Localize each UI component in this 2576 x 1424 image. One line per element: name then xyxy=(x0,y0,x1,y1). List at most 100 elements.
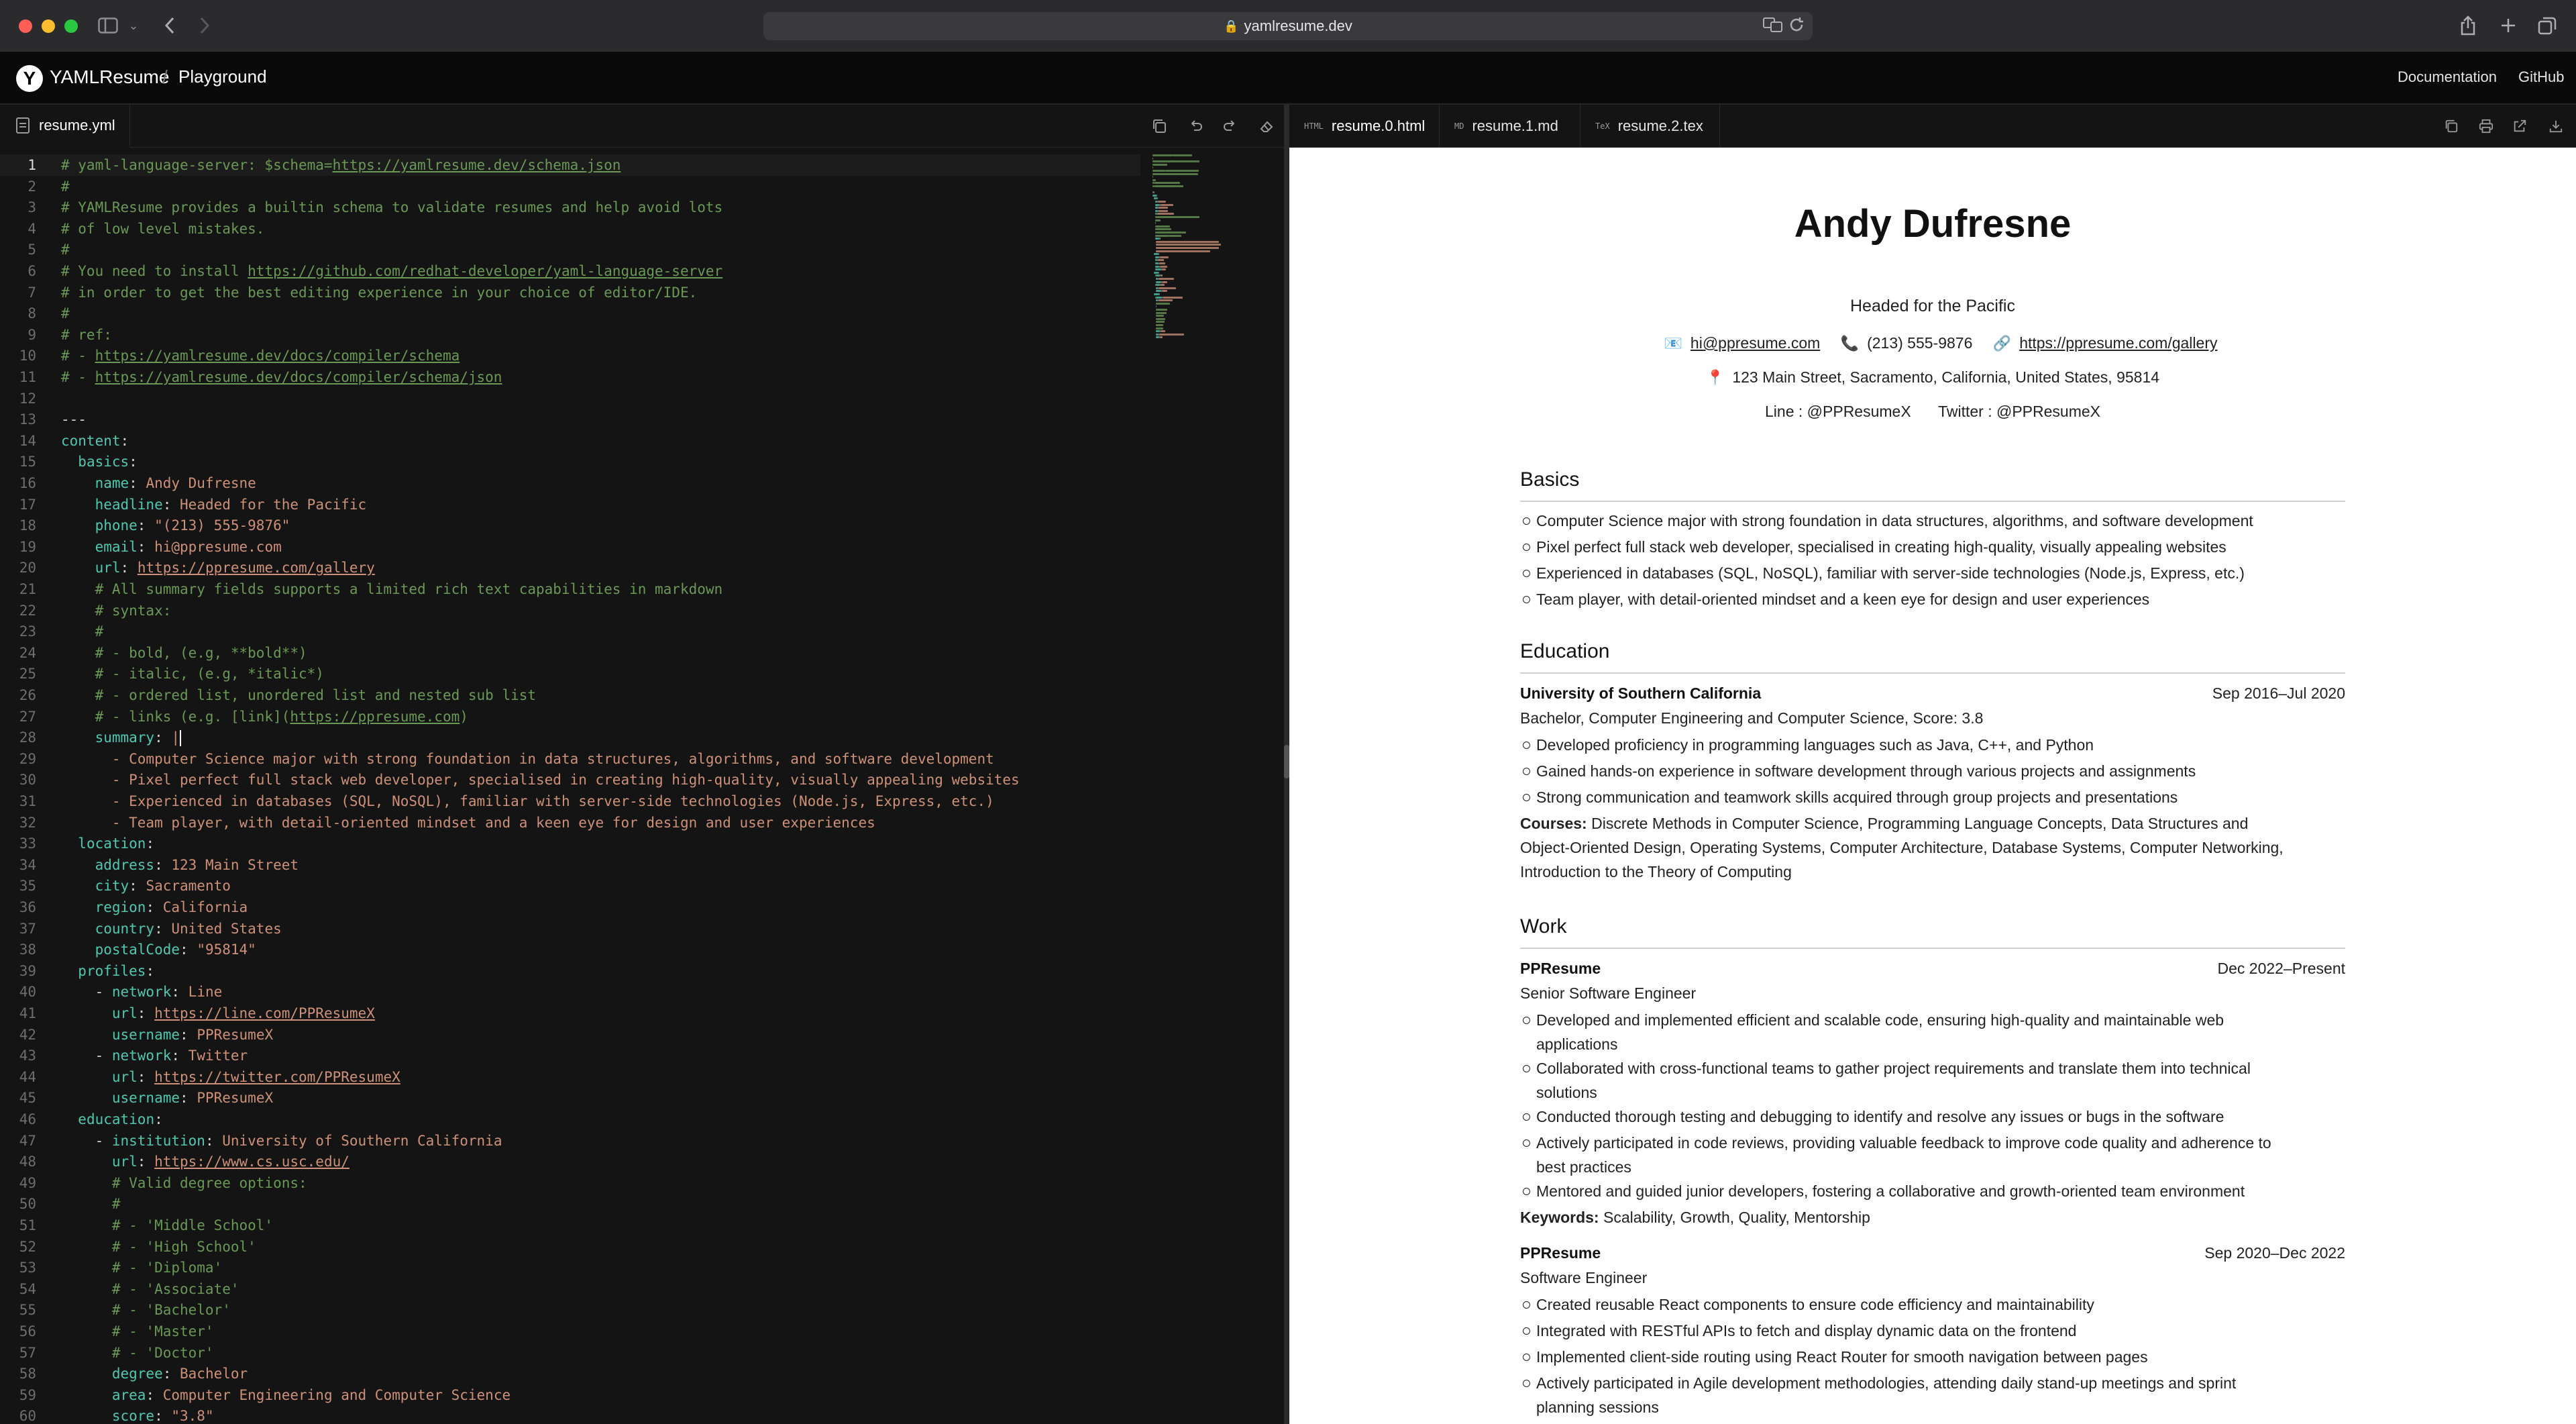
code-line[interactable]: 60 score: "3.8" xyxy=(0,1405,1140,1424)
code-line[interactable]: 56 # - 'Master' xyxy=(0,1321,1140,1342)
print-icon[interactable] xyxy=(2477,117,2496,136)
code-line[interactable]: 19 email: hi@ppresume.com xyxy=(0,536,1140,558)
code-line[interactable]: 3 # YAMLResume provides a builtin schema … xyxy=(0,197,1140,218)
code-line[interactable]: 12 xyxy=(0,388,1140,409)
zoom-window-button[interactable] xyxy=(64,19,78,33)
editor-tab-bar: resume.yml xyxy=(0,105,1284,148)
code-line[interactable]: 14 content: xyxy=(0,430,1140,452)
code-editor[interactable]: 1 # yaml-language-server: $schema=https:/… xyxy=(0,154,1140,1424)
profile-username-line[interactable]: : @PPResumeX xyxy=(1799,403,1911,420)
code-line[interactable]: 59 area: Computer Engineering and Comput… xyxy=(0,1384,1140,1406)
education-bullet: Strong communication and teamwork skills… xyxy=(1523,785,2345,809)
code-line[interactable]: 5 # xyxy=(0,239,1140,260)
code-line[interactable]: 30 - Pixel perfect full stack web develo… xyxy=(0,769,1140,791)
code-line[interactable]: 53 # - 'Diploma' xyxy=(0,1257,1140,1278)
code-line[interactable]: 33 location: xyxy=(0,833,1140,854)
code-line[interactable]: 2 # xyxy=(0,176,1140,197)
editor-minimap[interactable] xyxy=(1152,154,1273,758)
reload-icon[interactable] xyxy=(1788,16,1805,36)
code-line[interactable]: 9 # ref: xyxy=(0,324,1140,346)
yamlresume-logo[interactable]: Y xyxy=(16,65,43,92)
code-line[interactable]: 38 postalCode: "95814" xyxy=(0,939,1140,960)
profile-username-twitter[interactable]: : @PPResumeX xyxy=(1988,403,2100,420)
download-icon[interactable] xyxy=(2546,117,2565,136)
undo-icon[interactable] xyxy=(1186,117,1205,136)
close-window-button[interactable] xyxy=(19,19,32,33)
minimize-window-button[interactable] xyxy=(42,19,55,33)
location-pin-icon: 📍 xyxy=(1705,369,1725,386)
back-arrow-icon[interactable] xyxy=(160,12,180,39)
code-line[interactable]: 1 # yaml-language-server: $schema=https:/… xyxy=(0,154,1140,176)
tab-overview-icon[interactable] xyxy=(2536,12,2559,39)
code-line[interactable]: 45 username: PPResumeX xyxy=(0,1087,1140,1109)
code-line[interactable]: 22 # syntax: xyxy=(0,600,1140,621)
code-line[interactable]: 32 - Team player, with detail-oriented m… xyxy=(0,812,1140,833)
code-line[interactable]: 24 # - bold, (e.g, **bold**) xyxy=(0,642,1140,664)
documentation-link[interactable]: Documentation xyxy=(2398,68,2497,86)
redo-icon[interactable] xyxy=(1221,117,1240,136)
code-line[interactable]: 50 # xyxy=(0,1193,1140,1215)
code-line[interactable]: 13 --- xyxy=(0,409,1140,430)
code-line[interactable]: 49 # Valid degree options: xyxy=(0,1172,1140,1194)
code-line[interactable]: 17 headline: Headed for the Pacific xyxy=(0,494,1140,515)
code-line[interactable]: 21 # All summary fields supports a limit… xyxy=(0,578,1140,600)
code-line[interactable]: 8 # xyxy=(0,303,1140,324)
email-link[interactable]: hi@ppresume.com xyxy=(1690,334,1820,352)
tab-resume-yml[interactable]: resume.yml xyxy=(0,105,130,148)
code-line[interactable]: 20 url: https://ppresume.com/gallery xyxy=(0,557,1140,578)
code-line[interactable]: 10 # - https://yamlresume.dev/docs/compil… xyxy=(0,345,1140,366)
sidebar-toggle-icon[interactable] xyxy=(97,12,119,39)
code-line[interactable]: 36 region: California xyxy=(0,897,1140,918)
code-line[interactable]: 4 # of low level mistakes. xyxy=(0,218,1140,240)
tab-resume-md[interactable]: MD resume.1.md xyxy=(1440,105,1580,148)
code-line[interactable]: 37 country: United States xyxy=(0,918,1140,939)
code-line[interactable]: 18 phone: "(213) 555-9876" xyxy=(0,515,1140,536)
tab-resume-html[interactable]: HTML resume.0.html xyxy=(1289,105,1440,148)
code-line[interactable]: 23 # xyxy=(0,621,1140,642)
website-link[interactable]: https://ppresume.com/gallery xyxy=(2019,334,2217,352)
code-line[interactable]: 54 # - 'Associate' xyxy=(0,1278,1140,1300)
address-bar[interactable]: 🔒 yamlresume.dev xyxy=(763,12,1813,40)
github-link[interactable]: GitHub xyxy=(2518,68,2564,86)
code-line[interactable]: 55 # - 'Bachelor' xyxy=(0,1299,1140,1321)
tab-resume-tex[interactable]: TeX resume.2.tex xyxy=(1580,105,1720,148)
code-text: # YAMLResume provides a builtin schema t… xyxy=(61,199,723,216)
copy-icon[interactable] xyxy=(2442,117,2461,136)
code-line[interactable]: 42 username: PPResumeX xyxy=(0,1024,1140,1046)
code-line[interactable]: 35 city: Sacramento xyxy=(0,875,1140,897)
share-icon[interactable] xyxy=(2457,12,2479,39)
resize-handle[interactable] xyxy=(1284,745,1289,778)
code-line[interactable]: 58 degree: Bachelor xyxy=(0,1363,1140,1384)
code-line[interactable]: 31 - Experienced in databases (SQL, NoSQ… xyxy=(0,791,1140,812)
translate-icon[interactable] xyxy=(1763,16,1783,36)
code-line[interactable]: 6 # You need to install https://github.co… xyxy=(0,260,1140,282)
copy-icon[interactable] xyxy=(1150,117,1169,136)
code-line[interactable]: 47 - institution: University of Southern… xyxy=(0,1130,1140,1152)
code-line[interactable]: 46 education: xyxy=(0,1109,1140,1130)
chevron-down-icon[interactable]: ⌄ xyxy=(126,12,141,39)
brand-name[interactable]: YAMLResume xyxy=(50,66,169,88)
code-line[interactable]: 51 # - 'Middle School' xyxy=(0,1215,1140,1236)
code-line[interactable]: 27 # - links (e.g. [link](https://ppresu… xyxy=(0,706,1140,727)
code-line[interactable]: 39 profiles: xyxy=(0,960,1140,982)
code-line[interactable]: 11 # - https://yamlresume.dev/docs/compil… xyxy=(0,366,1140,388)
code-line[interactable]: 41 url: https://line.com/PPResumeX xyxy=(0,1003,1140,1024)
code-line[interactable]: 57 # - 'Doctor' xyxy=(0,1342,1140,1364)
code-line[interactable]: 52 # - 'High School' xyxy=(0,1236,1140,1258)
forward-arrow-icon[interactable] xyxy=(195,12,215,39)
code-line[interactable]: 25 # - italic, (e.g, *italic*) xyxy=(0,663,1140,684)
code-line[interactable]: 29 - Computer Science major with strong … xyxy=(0,748,1140,770)
code-line[interactable]: 7 # in order to get the best editing expe… xyxy=(0,282,1140,303)
code-line[interactable]: 15 basics: xyxy=(0,451,1140,472)
code-line[interactable]: 43 - network: Twitter xyxy=(0,1045,1140,1066)
new-tab-icon[interactable] xyxy=(2497,12,2520,39)
code-line[interactable]: 44 url: https://twitter.com/PPResumeX xyxy=(0,1066,1140,1088)
eraser-icon[interactable] xyxy=(1257,117,1276,136)
code-line[interactable]: 40 - network: Line xyxy=(0,981,1140,1003)
code-line[interactable]: 28 summary: | xyxy=(0,727,1140,748)
code-line[interactable]: 26 # - ordered list, unordered list and … xyxy=(0,684,1140,706)
open-external-icon[interactable] xyxy=(2510,117,2529,136)
code-line[interactable]: 34 address: 123 Main Street xyxy=(0,854,1140,876)
code-line[interactable]: 48 url: https://www.cs.usc.edu/ xyxy=(0,1151,1140,1172)
code-line[interactable]: 16 name: Andy Dufresne xyxy=(0,472,1140,494)
